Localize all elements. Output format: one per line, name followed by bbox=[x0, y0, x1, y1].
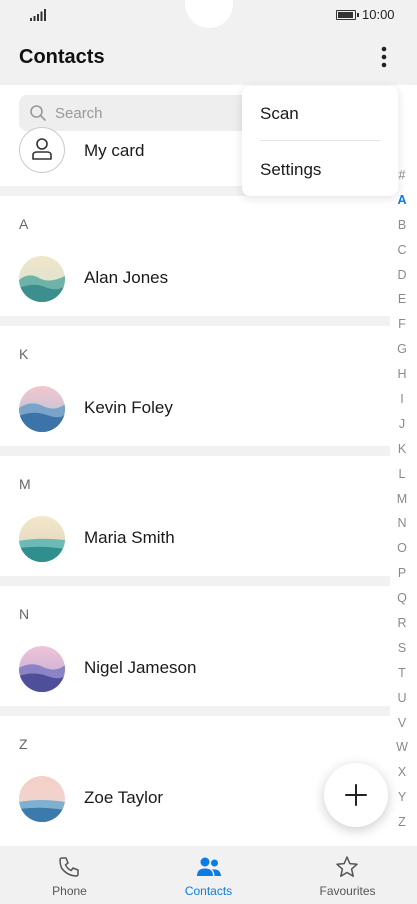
index-letter[interactable]: O bbox=[392, 536, 412, 561]
status-bar: 10:00 bbox=[0, 0, 417, 30]
contact-name: Kevin Foley bbox=[84, 398, 173, 417]
index-letter[interactable]: G bbox=[392, 337, 412, 362]
index-letter[interactable]: M bbox=[392, 487, 412, 512]
contact-avatar bbox=[19, 516, 65, 562]
search-placeholder: Search bbox=[55, 105, 103, 122]
index-letter[interactable]: P bbox=[392, 561, 412, 586]
index-letter[interactable]: Z bbox=[392, 810, 412, 835]
section-header-a: A bbox=[19, 216, 29, 232]
tab-label: Phone bbox=[52, 884, 87, 898]
section-header-k: K bbox=[19, 346, 29, 362]
tab-contacts[interactable]: Contacts bbox=[139, 846, 278, 904]
index-letter[interactable]: I bbox=[392, 387, 412, 412]
more-options-icon[interactable] bbox=[374, 44, 394, 70]
index-letter[interactable]: V bbox=[392, 711, 412, 736]
search-input[interactable]: Search bbox=[19, 95, 269, 131]
app-bar: Contacts bbox=[0, 30, 417, 85]
tab-label: Favourites bbox=[319, 884, 376, 898]
camera-notch bbox=[185, 0, 233, 28]
star-icon bbox=[336, 856, 358, 877]
menu-divider bbox=[260, 140, 380, 141]
index-letter[interactable]: F bbox=[392, 312, 412, 337]
status-time: 10:00 bbox=[362, 7, 395, 22]
index-letter[interactable]: T bbox=[392, 661, 412, 686]
section-divider bbox=[0, 446, 390, 456]
add-contact-button[interactable] bbox=[324, 763, 388, 827]
overflow-menu: Scan Settings bbox=[242, 86, 398, 196]
section-header-z: Z bbox=[19, 736, 28, 752]
battery-icon bbox=[336, 10, 359, 20]
profile-avatar bbox=[19, 127, 65, 173]
alphabet-index[interactable]: # A B C D E F G H I J K L M N O P Q R S T U V W X Y Z bbox=[392, 163, 412, 835]
section-divider bbox=[0, 576, 390, 586]
index-letter[interactable]: W bbox=[392, 735, 412, 760]
index-letter[interactable]: E bbox=[392, 287, 412, 312]
index-letter[interactable]: S bbox=[392, 636, 412, 661]
contact-name: Maria Smith bbox=[84, 528, 175, 547]
section-header-n: N bbox=[19, 606, 30, 622]
index-letter[interactable]: U bbox=[392, 686, 412, 711]
index-letter[interactable]: K bbox=[392, 437, 412, 462]
contact-avatar bbox=[19, 386, 65, 432]
index-letter[interactable]: C bbox=[392, 238, 412, 263]
contact-name: Zoe Taylor bbox=[84, 788, 164, 807]
contact-avatar bbox=[19, 256, 65, 302]
phone-icon bbox=[59, 857, 79, 877]
index-letter[interactable]: R bbox=[392, 611, 412, 636]
tab-phone[interactable]: Phone bbox=[0, 846, 139, 904]
contact-avatar bbox=[19, 646, 65, 692]
section-divider bbox=[0, 706, 390, 716]
my-card-label: My card bbox=[84, 141, 145, 160]
search-icon bbox=[30, 105, 46, 121]
person-icon bbox=[32, 138, 52, 160]
contacts-icon bbox=[197, 857, 221, 876]
signal-icon bbox=[30, 9, 46, 21]
tab-favourites[interactable]: Favourites bbox=[278, 846, 417, 904]
tab-label: Contacts bbox=[184, 884, 233, 898]
index-letter[interactable]: L bbox=[392, 462, 412, 487]
contact-name: Nigel Jameson bbox=[84, 658, 197, 677]
index-letter[interactable]: X bbox=[392, 760, 412, 785]
menu-item-scan[interactable]: Scan bbox=[260, 104, 299, 124]
index-letter[interactable]: H bbox=[392, 362, 412, 387]
section-header-m: M bbox=[19, 476, 31, 492]
index-letter[interactable]: Y bbox=[392, 785, 412, 810]
section-divider bbox=[0, 316, 390, 326]
page-title: Contacts bbox=[19, 46, 105, 68]
index-letter[interactable]: B bbox=[392, 213, 412, 238]
plus-icon bbox=[345, 784, 367, 806]
index-letter[interactable]: D bbox=[392, 263, 412, 288]
bottom-navigation: Phone Contacts Favourites bbox=[0, 846, 417, 904]
contact-name: Alan Jones bbox=[84, 268, 169, 287]
index-letter[interactable]: Q bbox=[392, 586, 412, 611]
menu-item-settings[interactable]: Settings bbox=[260, 160, 321, 180]
index-letter[interactable]: N bbox=[392, 511, 412, 536]
contact-avatar bbox=[19, 776, 65, 822]
index-letter[interactable]: J bbox=[392, 412, 412, 437]
